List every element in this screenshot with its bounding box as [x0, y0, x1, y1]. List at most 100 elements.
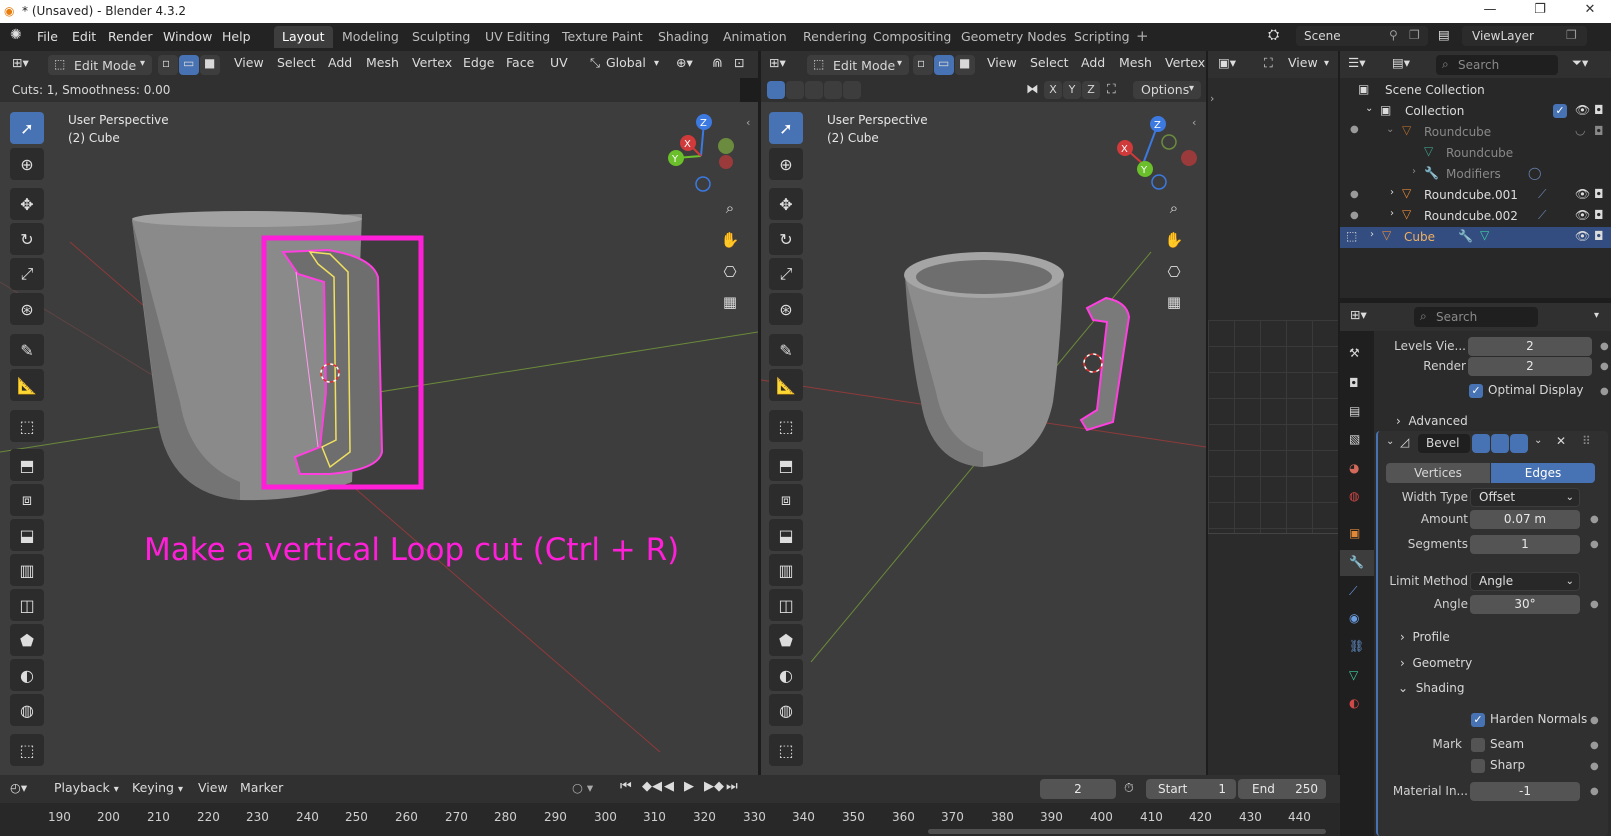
- segments-field[interactable]: 1: [1470, 535, 1580, 554]
- mirror-icon[interactable]: ⧓: [1026, 81, 1039, 101]
- smooth-tool[interactable]: ◍: [10, 694, 44, 726]
- edit-mode-toggle[interactable]: [1472, 434, 1490, 453]
- pan-hand-icon[interactable]: ✋: [1160, 226, 1188, 254]
- properties-editor-icon[interactable]: ⊞▾: [1350, 307, 1367, 327]
- timeline-editor-icon[interactable]: ◴▾: [10, 780, 27, 800]
- small-editor-area[interactable]: ›: [1208, 78, 1338, 775]
- select-box-mode-extend[interactable]: [786, 81, 804, 99]
- zoom-icon[interactable]: ⌕: [1160, 194, 1188, 222]
- chevron-down-icon[interactable]: ⌄: [1534, 435, 1542, 446]
- width-type-dropdown[interactable]: Offset ⌄: [1470, 488, 1580, 507]
- scale-tool-right[interactable]: ⤢: [769, 258, 803, 290]
- mirror-x-button[interactable]: X: [1044, 81, 1062, 99]
- keyframe-dot-icon[interactable]: ●: [1600, 386, 1609, 397]
- image-icon[interactable]: ⛶: [1264, 55, 1273, 75]
- collection-checkbox[interactable]: ✓: [1553, 104, 1567, 118]
- measure-tool[interactable]: 📐: [10, 369, 44, 401]
- camera-icon[interactable]: ◘: [1594, 124, 1604, 138]
- output-tab-icon[interactable]: ▤: [1349, 404, 1360, 418]
- editor-type-icon[interactable]: ▣▾: [1218, 55, 1236, 75]
- eye-icon[interactable]: 👁: [1575, 208, 1590, 222]
- keyframe-dot-icon[interactable]: ●: [1590, 599, 1599, 610]
- material-tab-icon[interactable]: ◐: [1349, 696, 1359, 710]
- world-tab-icon[interactable]: ◍: [1349, 489, 1359, 503]
- pin-icon[interactable]: ⚲: [1389, 28, 1398, 42]
- mode-dropdown-right[interactable]: ⬚ Edit Mode ▾: [807, 55, 909, 75]
- viewlayer-icon[interactable]: ▤: [1438, 27, 1450, 42]
- minimize-icon[interactable]: —: [1480, 2, 1500, 20]
- outliner-row-roundcube-002[interactable]: ● › ▽ Roundcube.002 ⟋ 👁 ◘: [1340, 206, 1611, 227]
- face-select-button-right[interactable]: ■: [955, 55, 975, 75]
- loop-cut-tool[interactable]: ▥: [10, 554, 44, 586]
- next-keyframe-icon[interactable]: ▶◆: [704, 779, 724, 799]
- bevel-tool-right[interactable]: ⬓: [769, 519, 803, 551]
- left-3d-viewport[interactable]: Z Y X User Perspective (2) Cube Make a v…: [0, 102, 758, 775]
- tab-texture-paint[interactable]: Texture Paint: [554, 26, 651, 48]
- start-frame-field[interactable]: Start 1: [1146, 779, 1236, 799]
- display-mode-icon[interactable]: ▤▾: [1392, 55, 1410, 75]
- poly-build-tool-right[interactable]: ⬟: [769, 624, 803, 656]
- move-tool[interactable]: ✥: [10, 188, 44, 220]
- keyframe-dot-icon[interactable]: ●: [1590, 740, 1599, 751]
- filter-icon[interactable]: ⏷▾: [1572, 55, 1588, 75]
- render-toggle[interactable]: [1510, 434, 1528, 453]
- select-box-mode-intersect[interactable]: [843, 81, 861, 99]
- select-box-mode-invert[interactable]: [824, 81, 842, 99]
- seam-checkbox[interactable]: [1471, 738, 1485, 752]
- menu-edit[interactable]: Edit: [72, 29, 96, 44]
- timeline-scrollbar[interactable]: [928, 829, 1326, 834]
- keyframe-dot-icon[interactable]: ●: [1600, 361, 1609, 372]
- eye-icon[interactable]: 👁: [1575, 187, 1590, 201]
- cursor-tool[interactable]: ⊕: [10, 148, 44, 180]
- end-frame-field[interactable]: End 250: [1238, 779, 1326, 799]
- harden-normals-checkbox[interactable]: ✓: [1471, 713, 1485, 727]
- proportional-edit-icon[interactable]: ⊡: [734, 55, 744, 75]
- new-viewlayer-icon[interactable]: ❐: [1566, 28, 1577, 42]
- toolbar-toggle-icon[interactable]: ›: [1210, 92, 1214, 105]
- close-icon[interactable]: ✕: [1556, 434, 1566, 448]
- chevron-right-icon[interactable]: ›: [1412, 166, 1416, 177]
- modifier-tab[interactable]: 🔧: [1340, 550, 1374, 576]
- geometry-section[interactable]: › Geometry: [1400, 656, 1472, 670]
- chevron-down-icon[interactable]: ⌄: [1365, 103, 1373, 114]
- vertex-select-button[interactable]: ▫: [158, 55, 178, 75]
- menu-uv[interactable]: UV: [550, 55, 568, 75]
- rotate-tool-right[interactable]: ↻: [769, 223, 803, 255]
- tab-layout[interactable]: Layout: [274, 26, 333, 48]
- properties-search[interactable]: ⌕ Search: [1414, 307, 1538, 327]
- blender-menu-icon[interactable]: ✺: [10, 27, 22, 43]
- transform-tool[interactable]: ⊛: [10, 293, 44, 325]
- close-icon[interactable]: ✕: [1580, 2, 1600, 20]
- chevron-down-icon[interactable]: ⌄: [1386, 124, 1394, 135]
- tab-sculpting[interactable]: Sculpting: [404, 26, 478, 48]
- keyframe-dot-icon[interactable]: ●: [1590, 715, 1599, 726]
- menu-vertex[interactable]: Vertex: [412, 55, 452, 75]
- outliner-row-roundcube-mesh[interactable]: ▽ Roundcube: [1340, 143, 1611, 164]
- bevel-tool[interactable]: ⬓: [10, 519, 44, 551]
- select-box-tool-right[interactable]: ➚: [769, 112, 803, 144]
- new-scene-icon[interactable]: ❐: [1409, 28, 1420, 42]
- keyframe-dot-icon[interactable]: ●: [1590, 539, 1599, 550]
- tab-compositing[interactable]: Compositing: [865, 26, 959, 48]
- loop-cut-tool-right[interactable]: ▥: [769, 554, 803, 586]
- camera-icon[interactable]: ◘: [1594, 208, 1604, 222]
- tab-scripting[interactable]: Scripting: [1066, 26, 1138, 48]
- view-layer-tab-icon[interactable]: ▧: [1349, 432, 1360, 446]
- chevron-down-icon[interactable]: ▾: [1594, 310, 1599, 330]
- camera-view-icon[interactable]: ⎔: [1160, 258, 1188, 286]
- keyframe-dot-icon[interactable]: ●: [1590, 786, 1599, 797]
- menu-view-right[interactable]: View: [987, 55, 1017, 75]
- outliner-row-roundcube[interactable]: ● ⌄ ▽ Roundcube ◡ ◘: [1340, 122, 1611, 143]
- play-icon[interactable]: ▶: [684, 779, 694, 799]
- jump-start-icon[interactable]: ⏮: [620, 779, 632, 799]
- menu-select-right[interactable]: Select: [1030, 55, 1069, 75]
- material-index-field[interactable]: -1: [1470, 782, 1580, 801]
- amount-field[interactable]: 0.07 m: [1470, 510, 1580, 529]
- transform-orientation-icon[interactable]: ⤡: [590, 55, 600, 75]
- current-frame-field[interactable]: 2: [1040, 779, 1116, 799]
- menu-mesh[interactable]: Mesh: [366, 55, 399, 75]
- menu-playback[interactable]: Playback ▾: [54, 780, 119, 800]
- clock-icon[interactable]: ⏱: [1124, 780, 1134, 800]
- viewport-toggle[interactable]: [1491, 434, 1509, 453]
- mirror-y-button[interactable]: Y: [1063, 81, 1081, 99]
